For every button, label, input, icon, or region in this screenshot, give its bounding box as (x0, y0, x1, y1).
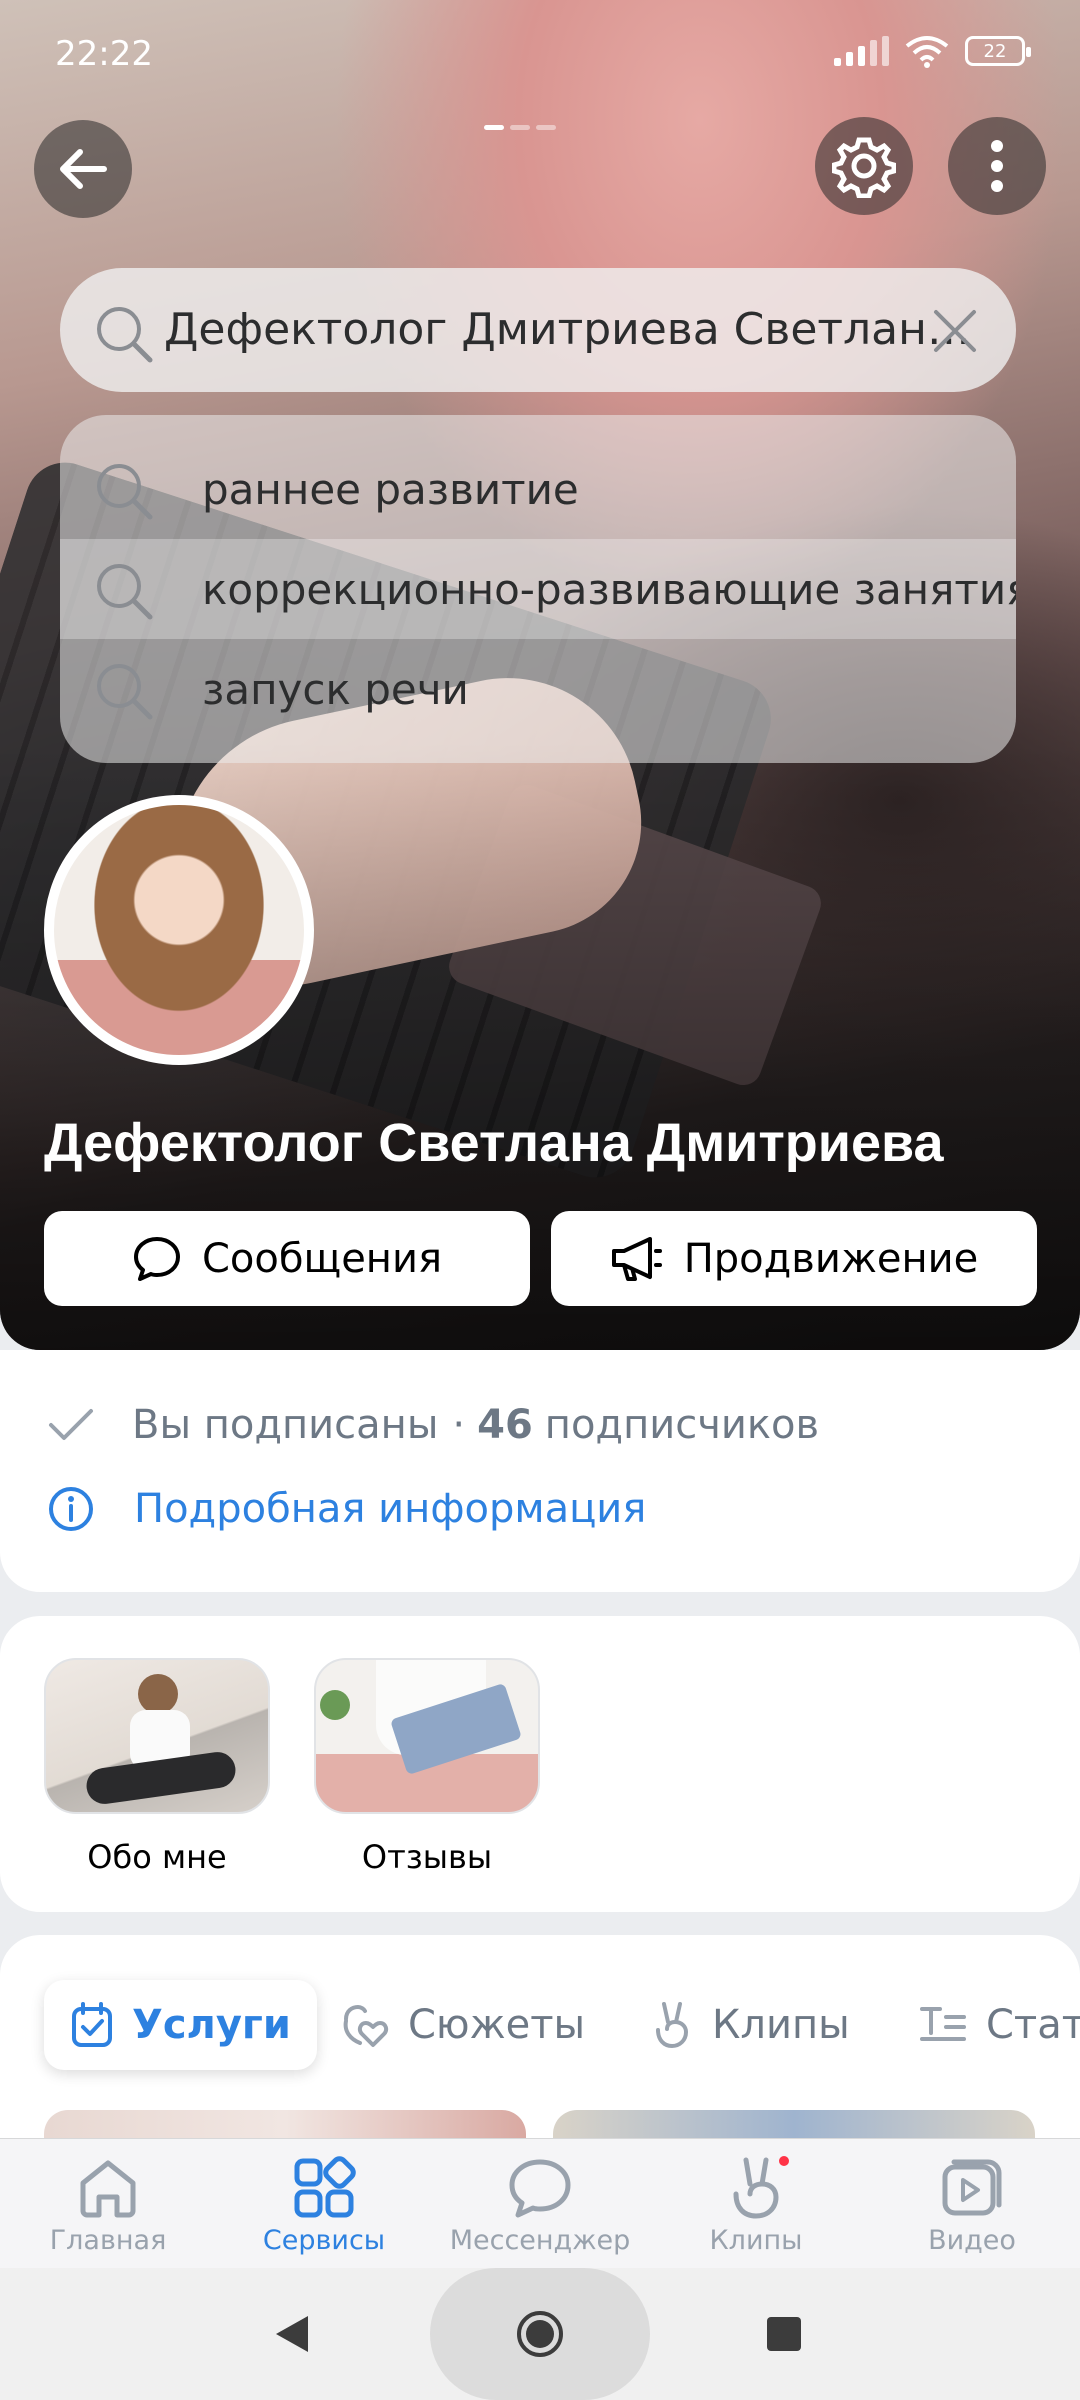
nav-home[interactable]: Главная (0, 2139, 216, 2269)
avatar[interactable] (44, 795, 314, 1065)
check-icon (49, 1409, 93, 1440)
tab-services[interactable]: Услуги (44, 1980, 317, 2070)
message-bubble-icon (509, 2159, 571, 2218)
tab-articles[interactable]: Стат (918, 1980, 1080, 2070)
story-label: Обо мне (87, 1838, 227, 1876)
suggestion-label: коррекционно-развивающие занятия (202, 564, 1016, 614)
nav-clips[interactable]: Клипы (648, 2139, 864, 2269)
search-icon (97, 464, 153, 520)
back-triangle-icon[interactable] (272, 2312, 312, 2356)
laptop-trackpad (444, 779, 826, 1091)
services-grid-icon (294, 2156, 356, 2218)
nav-messenger[interactable]: Мессенджер (432, 2139, 648, 2269)
search-icon (97, 664, 153, 720)
promotion-label: Продвижение (683, 1235, 979, 1282)
cover-page-indicator (484, 125, 556, 130)
promotion-button[interactable]: Продвижение (551, 1211, 1037, 1306)
battery-level: 22 (983, 40, 1007, 62)
details-link[interactable]: Подробная информация (134, 1486, 646, 1532)
nav-label: Мессенджер (449, 2225, 631, 2256)
tab-label: Стат (986, 2002, 1080, 2048)
home-icon (80, 2160, 136, 2218)
nav-label: Видео (928, 2225, 1016, 2256)
heart-bubble-icon (343, 2004, 389, 2047)
search-icon (97, 564, 153, 620)
settings-button[interactable] (815, 117, 913, 215)
story-label: Отзывы (361, 1838, 493, 1876)
more-button[interactable] (948, 117, 1046, 215)
status-time: 22:22 (55, 34, 153, 74)
info-icon (49, 1487, 93, 1531)
wifi-icon (905, 36, 949, 68)
info-card: Вы подписаны · 46 подписчиков Подробная … (0, 1350, 1080, 1592)
message-bubble-icon (133, 1236, 180, 1281)
article-icon (920, 2007, 966, 2041)
home-circle-icon (517, 2311, 563, 2357)
clips-icon (733, 2157, 779, 2219)
tab-stories[interactable]: Сюжеты (340, 1980, 585, 2070)
tab-clips[interactable]: Клипы (650, 1980, 850, 2070)
suggestion-item[interactable]: раннее развитие (60, 439, 1016, 539)
subscription-row: Вы подписаны · 46 подписчиков (48, 1402, 819, 1448)
arrow-left-icon (60, 149, 107, 189)
megaphone-icon (611, 1236, 662, 1281)
nav-label: Сервисы (262, 2225, 386, 2256)
messages-button[interactable]: Сообщения (44, 1211, 530, 1306)
suggestion-label: запуск речи (202, 664, 469, 714)
details-row[interactable]: Подробная информация (48, 1486, 646, 1532)
tab-label: Сюжеты (408, 2002, 586, 2048)
nav-services[interactable]: Сервисы (216, 2139, 432, 2269)
calendar-check-icon (72, 2002, 112, 2047)
service-card-image[interactable] (44, 2110, 526, 2140)
back-button[interactable] (34, 120, 132, 218)
search-icon (97, 307, 153, 363)
clear-icon[interactable] (932, 308, 978, 354)
battery-icon: 22 (965, 36, 1031, 66)
nav-label: Главная (49, 2225, 167, 2256)
profile-name: Дефектолог Светлана Дмитриева (44, 1113, 944, 1173)
suggestion-item[interactable]: коррекционно-развивающие занятия (60, 539, 1016, 639)
home-button[interactable] (430, 2268, 650, 2400)
followers-count[interactable]: 46 (477, 1402, 533, 1448)
nav-label: Клипы (709, 2225, 803, 2256)
suggestion-item[interactable]: запуск речи (60, 639, 1016, 739)
tab-label: Клипы (712, 2002, 850, 2048)
service-card-image[interactable] (553, 2110, 1035, 2140)
clips-icon (656, 2002, 689, 2049)
more-vertical-icon (991, 140, 1003, 192)
nav-video[interactable]: Видео (864, 2139, 1080, 2269)
search-field[interactable]: Дефектолог Дмитриева Светлана... (60, 268, 1016, 392)
subscribed-status: Вы подписаны (132, 1402, 439, 1448)
story-reviews[interactable] (314, 1658, 540, 1814)
suggestion-label: раннее развитие (202, 464, 579, 514)
story-about[interactable] (44, 1658, 270, 1814)
gear-icon (832, 137, 896, 198)
recents-square-icon[interactable] (767, 2317, 801, 2351)
status-bar: 22:22 22 (0, 0, 1080, 110)
followers-word[interactable]: подписчиков (545, 1402, 819, 1448)
separator: · (452, 1402, 466, 1448)
tab-label: Услуги (132, 2002, 291, 2048)
search-query: Дефектолог Дмитриева Светлана... (164, 304, 984, 355)
signal-icon (834, 36, 889, 66)
search-suggestions: раннее развитие коррекционно-развивающие… (60, 415, 1016, 763)
messages-label: Сообщения (201, 1235, 443, 1282)
notification-dot (776, 2153, 792, 2169)
video-icon (942, 2159, 1002, 2216)
system-navigation-bar (0, 2268, 1080, 2400)
bottom-navigation: Главная Сервисы Мессенджер Клипы Видео (0, 2138, 1080, 2268)
